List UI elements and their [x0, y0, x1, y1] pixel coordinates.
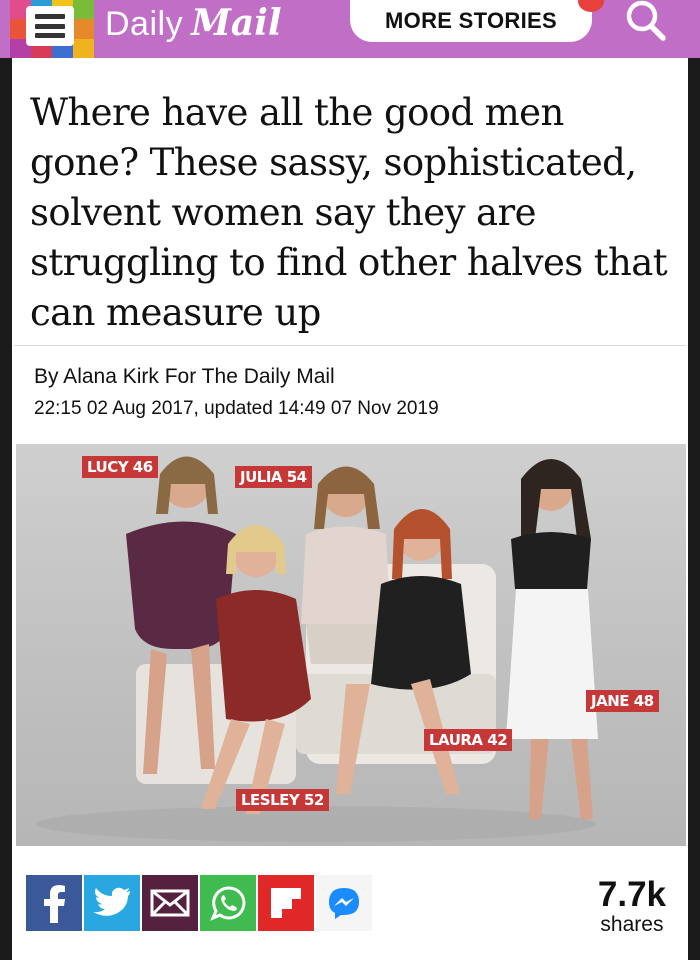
- twitter-icon: [93, 887, 130, 916]
- search-icon[interactable]: [622, 0, 670, 44]
- daily-mail-logo[interactable]: Daily Mail: [105, 2, 282, 52]
- share-count-number: 7.7k: [597, 875, 666, 914]
- whatsapp-icon: [210, 886, 246, 921]
- article-byline[interactable]: By Alana Kirk For The Daily Mail: [34, 365, 335, 389]
- share-count-label: shares: [600, 913, 664, 936]
- menu-button[interactable]: [10, 0, 94, 58]
- twitter-share-button[interactable]: [84, 875, 140, 931]
- logo-mail-text: Mail: [191, 2, 282, 44]
- article-dateline: 22:15 02 Aug 2017, updated 14:49 07 Nov …: [34, 398, 439, 419]
- article-photo[interactable]: LUCY 46 JULIA 54 JANE 48 LAURA 42 LESLEY…: [16, 444, 686, 846]
- hamburger-menu-icon[interactable]: [26, 6, 74, 46]
- facebook-share-button[interactable]: [26, 875, 82, 931]
- email-share-button[interactable]: [142, 875, 198, 931]
- logo-daily-text: Daily: [105, 5, 184, 43]
- flipboard-share-button[interactable]: [258, 875, 314, 931]
- divider: [14, 345, 686, 346]
- photo-label-laura: LAURA 42: [424, 729, 513, 751]
- messenger-icon: [329, 888, 359, 919]
- email-icon: [150, 889, 190, 917]
- top-nav-bar: Daily Mail MORE STORIES: [0, 0, 700, 58]
- photo-label-julia: JULIA 54: [235, 466, 312, 488]
- article-page: Where have all the good men gone? These …: [12, 58, 688, 960]
- facebook-icon: [44, 885, 65, 923]
- flipboard-icon: [271, 888, 301, 918]
- women-group-illustration: [36, 456, 598, 842]
- whatsapp-share-button[interactable]: [200, 875, 256, 931]
- photo-label-lesley: LESLEY 52: [236, 789, 329, 811]
- article-headline: Where have all the good men gone? These …: [30, 91, 668, 334]
- photo-label-jane: JANE 48: [586, 690, 659, 712]
- messenger-share-button[interactable]: [316, 875, 372, 931]
- share-buttons-row: [26, 875, 372, 937]
- share-count: 7.7k shares: [598, 876, 666, 936]
- more-stories-button[interactable]: MORE STORIES: [350, 0, 592, 42]
- photo-label-lucy: LUCY 46: [82, 456, 158, 478]
